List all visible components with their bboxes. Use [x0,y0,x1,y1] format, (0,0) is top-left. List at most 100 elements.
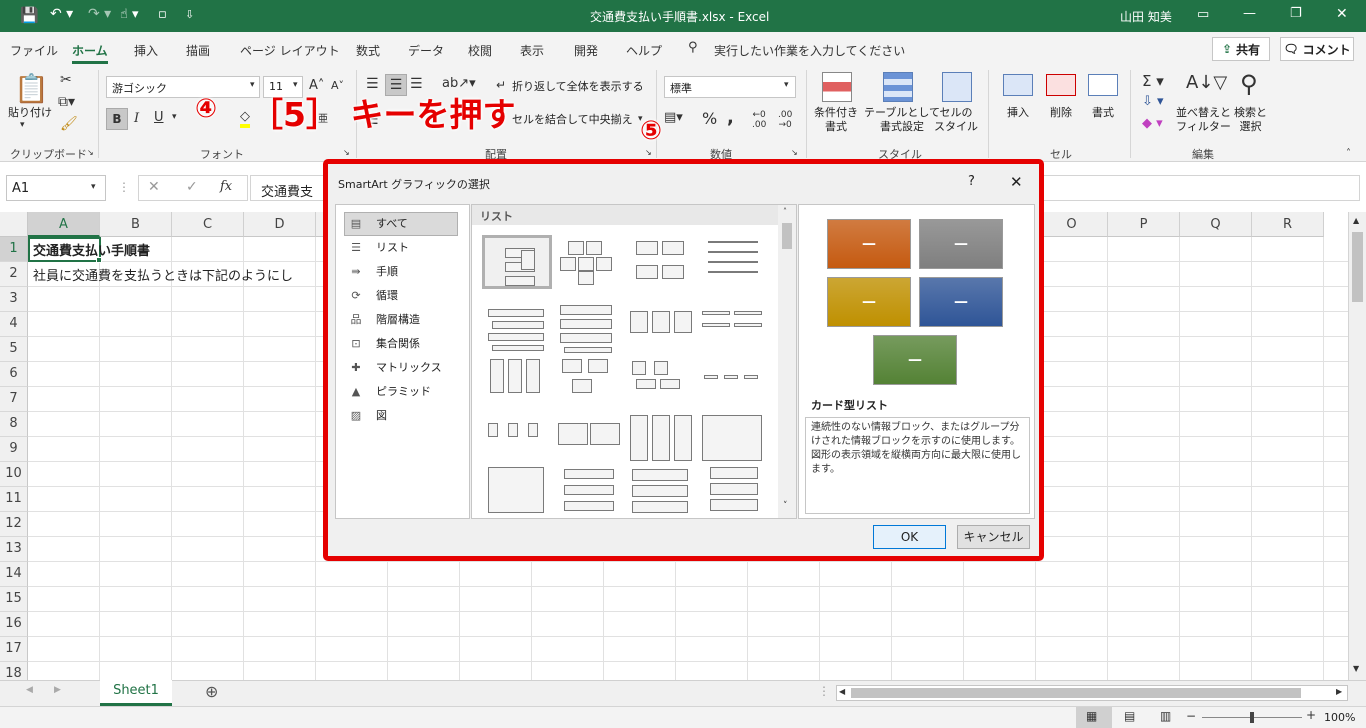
share-button[interactable]: ⇪ 共有 [1212,37,1270,61]
tab-draw[interactable]: 描画 [186,42,210,59]
zoom-level[interactable]: 100% [1324,711,1355,724]
row-header-16[interactable]: 16 [0,612,28,637]
layout-thumbnail[interactable] [482,235,552,289]
row-header-7[interactable]: 7 [0,387,28,412]
tab-review[interactable]: 校閲 [468,42,492,59]
comma-icon[interactable]: , [727,107,734,128]
touch-mode-icon[interactable]: ☝ ▾ [120,7,139,22]
category-list-item[interactable]: ☰ リスト [348,237,458,259]
scroll-up-icon[interactable]: ▲ [1353,216,1359,225]
enter-icon[interactable]: ✓ [186,179,198,195]
font-name-select[interactable]: 游ゴシック [106,76,260,98]
bold-button[interactable]: B [106,108,128,130]
row-header-10[interactable]: 10 [0,462,28,487]
gallery-scrollbar[interactable]: ˄ ˅ [778,205,796,518]
category-hierarchy[interactable]: 品階層構造 [348,309,458,331]
layout-thumbnail[interactable] [482,301,552,355]
ok-button[interactable]: OK [873,525,946,549]
column-header-p[interactable]: P [1108,212,1180,237]
layout-thumbnail[interactable] [554,235,624,289]
row-header-8[interactable]: 8 [0,412,28,437]
chevron-down-icon[interactable]: ▾ [91,182,96,192]
insert-cells-icon[interactable] [1003,74,1033,96]
layout-thumbnail[interactable] [482,411,552,465]
tab-file[interactable]: ファイル [10,42,58,59]
layout-thumbnail[interactable] [698,355,768,409]
layout-thumbnail[interactable] [626,355,696,409]
insert-cells-button[interactable]: 挿入 [1007,106,1029,120]
new-sheet-icon[interactable]: ⊕ [205,682,218,701]
layout-thumbnail[interactable] [626,463,696,517]
column-header-a[interactable]: A [28,212,100,237]
category-relationship[interactable]: ⊡ 集合関係 [348,333,458,355]
number-format-select[interactable]: 標準 [664,76,796,98]
tab-insert[interactable]: 挿入 [134,42,158,59]
redo-icon[interactable]: ↷ ▾ [88,6,111,22]
row-header-2[interactable]: 2 [0,262,28,287]
column-header-o[interactable]: O [1036,212,1108,237]
scroll-down-icon[interactable]: ˅ [783,501,788,511]
column-header-b[interactable]: B [100,212,172,237]
fill-icon[interactable]: ⇩ ▾ [1142,94,1164,109]
vertical-scrollbar[interactable]: ▲ ▼ [1348,212,1366,680]
row-header-13[interactable]: 13 [0,537,28,562]
paste-label[interactable]: 貼り付け [8,106,52,120]
layout-thumbnail[interactable] [626,235,696,289]
ribbon-display-icon[interactable]: ▭ [1197,7,1209,22]
row-header-5[interactable]: 5 [0,337,28,362]
tab-help[interactable]: ヘルプ [626,42,662,59]
prev-sheet-icon[interactable]: ◀ [26,685,33,695]
format-table-icon[interactable] [883,72,913,102]
cell-styles-button[interactable]: セルの スタイル [934,106,978,134]
row-header-6[interactable]: 6 [0,362,28,387]
category-picture[interactable]: ▨ 図 [348,405,458,427]
clear-icon[interactable]: ◆ ▾ [1142,116,1163,131]
tab-developer[interactable]: 開発 [574,42,598,59]
chevron-down-icon[interactable]: ▾ [784,80,789,90]
gallery-scroll-thumb[interactable] [782,223,792,249]
layout-thumbnail[interactable] [698,463,768,517]
column-header-q[interactable]: Q [1180,212,1252,237]
category-matrix[interactable]: ✚ マトリックス [348,357,458,379]
column-header-c[interactable]: C [172,212,244,237]
format-cells-icon[interactable] [1088,74,1118,96]
merge-center-button[interactable]: セルを結合して中央揃え [512,113,633,127]
row-header-15[interactable]: 15 [0,587,28,612]
page-break-icon[interactable]: ▥ [1160,709,1171,723]
layout-thumbnail[interactable] [482,355,552,409]
cell-a2[interactable]: 社員に交通費を支払うときは下記のようにし [33,265,293,284]
conditional-format-button[interactable]: 条件付き 書式 [814,106,858,134]
autosum-icon[interactable]: Σ ▾ [1142,72,1164,90]
decrease-decimal-icon[interactable]: .00 →0 [778,110,792,130]
minimize-icon[interactable]: — [1243,6,1256,21]
format-table-button[interactable]: テーブルとして 書式設定 [864,106,940,134]
find-icon[interactable]: ⚲ [1240,70,1258,98]
layout-thumbnail[interactable] [698,411,768,465]
cell-styles-icon[interactable] [942,72,972,102]
horizontal-scrollbar[interactable]: ◀ [836,685,1348,701]
layout-thumbnail[interactable] [554,411,624,465]
restore-icon[interactable]: ❐ [1290,6,1302,21]
percent-icon[interactable]: % [702,109,717,128]
layout-thumbnail[interactable] [698,235,768,289]
sort-filter-button[interactable]: 並べ替えと フィルター [1176,106,1231,134]
currency-icon[interactable]: ▤▾ [664,110,683,125]
category-pyramid[interactable]: ▲ ピラミッド [348,381,458,403]
undo-icon[interactable]: ↶ ▾ [50,6,73,22]
layout-thumbnail[interactable] [554,301,624,355]
tab-view[interactable]: 表示 [520,42,544,59]
save-icon-2[interactable]: ▫ [158,7,167,22]
increase-decimal-icon[interactable]: ←0.00 [752,110,766,130]
row-header-11[interactable]: 11 [0,487,28,512]
row-header-4[interactable]: 4 [0,312,28,337]
dialog-launcher-icon[interactable]: ↘ [87,148,94,157]
underline-dropdown-icon[interactable]: ▾ [172,112,177,122]
row-header-3[interactable]: 3 [0,287,28,312]
underline-button[interactable]: U [154,110,164,125]
row-header-12[interactable]: 12 [0,512,28,537]
horizontal-scroll-thumb[interactable] [851,688,1301,698]
row-header-9[interactable]: 9 [0,437,28,462]
delete-cells-button[interactable]: 削除 [1050,106,1072,120]
tab-home[interactable]: ホーム [72,42,108,64]
category-process[interactable]: ⇛ 手順 [348,261,458,283]
